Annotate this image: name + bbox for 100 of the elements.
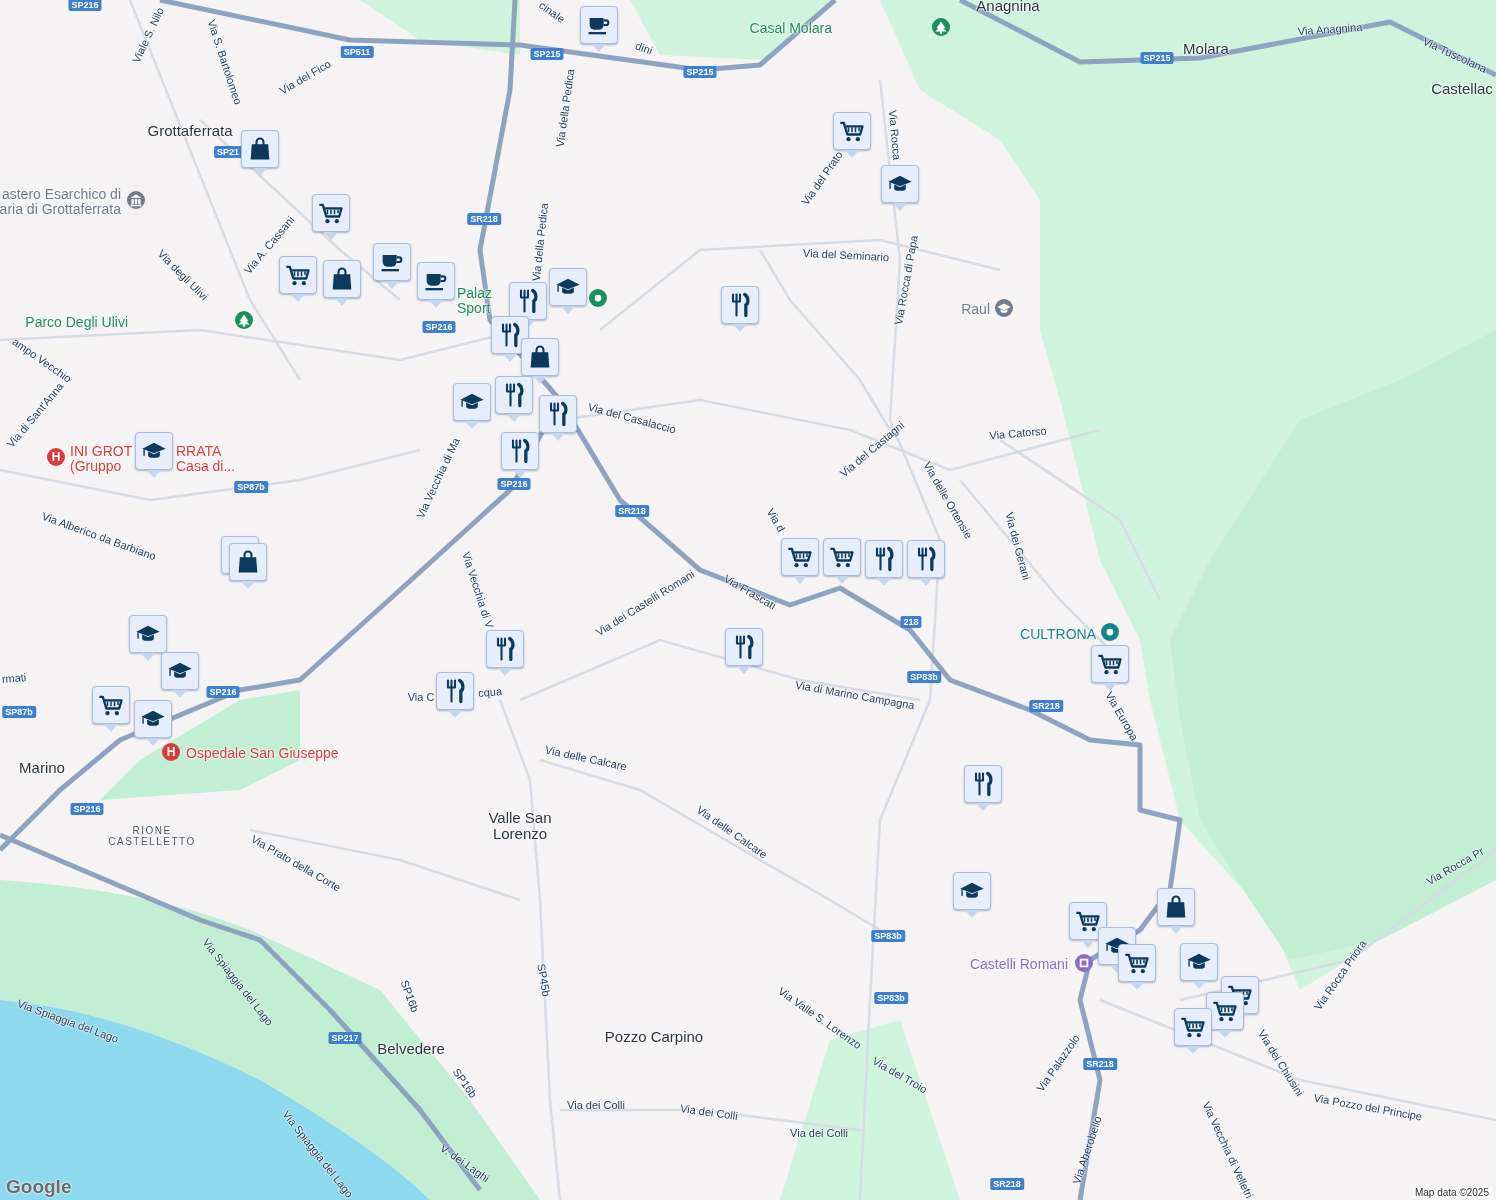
map-marker[interactable] [963, 765, 1003, 811]
street-label: Via del Fico [277, 57, 333, 97]
place-label[interactable]: Raul [961, 301, 990, 317]
street-label: SP45b [535, 962, 553, 998]
town-label: Molara [1183, 41, 1229, 57]
town-label: Pozzo Carpino [604, 1029, 704, 1045]
street-label: rmati [1, 670, 27, 686]
route-number: SR218 [990, 1178, 1024, 1190]
map-marker[interactable] [278, 256, 318, 302]
place-label[interactable]: Castelli Romani [969, 956, 1068, 972]
tree-icon[interactable] [235, 311, 253, 329]
route-number: SP215 [683, 66, 717, 78]
route-number: SP215 [1140, 52, 1174, 64]
route-number: SP216 [497, 478, 531, 490]
street-label: Via Anagnina [1297, 20, 1363, 38]
map-marker[interactable] [579, 6, 619, 52]
map-marker[interactable] [1117, 944, 1157, 990]
map-marker[interactable] [1173, 1008, 1213, 1054]
map-marker[interactable] [508, 282, 548, 328]
town-label: Anagnina [976, 0, 1040, 14]
route-number: SP217 [328, 1032, 362, 1044]
map-marker[interactable] [1156, 888, 1196, 934]
map-marker[interactable] [240, 130, 280, 176]
route-number: SP87b [234, 481, 268, 493]
map-marker[interactable] [494, 376, 534, 422]
district-label: RIONE CASTELLETTO [108, 825, 196, 847]
street-label: Via delle Calcare [544, 743, 628, 773]
museum-icon[interactable] [127, 191, 145, 209]
street-label: Via Rocca [886, 109, 904, 161]
town-label: Grottaferrata [147, 123, 233, 139]
route-number: SR218 [1029, 700, 1063, 712]
place-label[interactable]: astero Esarchico di aria di Grottaferrata [0, 187, 121, 217]
map-marker[interactable] [91, 686, 131, 732]
map-marker[interactable] [485, 630, 525, 676]
logo[interactable]: Google [6, 1176, 72, 1198]
route-number: SP216 [68, 0, 102, 11]
map-marker[interactable] [435, 672, 475, 718]
map-marker[interactable] [228, 543, 268, 589]
map-marker[interactable] [1179, 943, 1219, 989]
place-label[interactable]: Ospedale San Giuseppe [186, 745, 339, 761]
route-number: SR218 [615, 505, 649, 517]
street-label: dini [633, 39, 655, 57]
route-number: SP511 [340, 46, 374, 58]
place-label[interactable]: Casal Molara [749, 20, 832, 36]
hospital-icon[interactable]: H [47, 448, 65, 466]
place-label[interactable]: Parco Degli Ulivi [25, 314, 128, 330]
map-marker[interactable] [134, 432, 174, 478]
map-marker[interactable] [906, 540, 946, 586]
town-label: Belvedere [377, 1041, 445, 1057]
map-marker[interactable] [520, 338, 560, 384]
street-label: Via dei Colli [567, 1099, 625, 1111]
street-label: Via Pozzo del Principe [1312, 1091, 1424, 1123]
route-number: SR218 [1083, 1058, 1117, 1070]
map-marker[interactable] [720, 286, 760, 332]
map-marker[interactable] [160, 652, 200, 698]
street-label: Via del Seminario [802, 246, 890, 264]
map-marker[interactable] [1205, 992, 1245, 1038]
map-marker[interactable] [128, 615, 168, 661]
map-marker[interactable] [311, 194, 351, 240]
attribution: Map data ©2025 [1411, 1187, 1492, 1198]
street-label: Via d [764, 506, 788, 534]
tree-icon[interactable] [932, 18, 950, 36]
place-label[interactable]: RRATA Casa di... [176, 444, 236, 474]
map-marker[interactable] [500, 432, 540, 478]
pin-icon[interactable] [1101, 623, 1119, 641]
map-marker[interactable] [780, 538, 820, 584]
town-label: Castellac [1431, 81, 1493, 97]
route-number: SR218 [467, 213, 501, 225]
map-marker[interactable] [880, 165, 920, 211]
map-marker[interactable] [1068, 902, 1108, 948]
map-marker[interactable] [952, 872, 992, 918]
map-marker[interactable] [133, 700, 173, 746]
route-number: SP87b [2, 706, 36, 718]
street-label: Via C [407, 691, 435, 703]
map-marker[interactable] [490, 316, 530, 362]
map-marker[interactable] [1090, 645, 1130, 691]
map-marker[interactable] [864, 540, 904, 586]
map-marker[interactable] [538, 395, 578, 441]
street-label: cqua [477, 685, 503, 699]
street-label: Via del Troio [870, 1054, 930, 1096]
street-label: SP16b [398, 978, 422, 1014]
map-marker[interactable] [372, 243, 412, 289]
street-label: Via dei Gerani [1003, 510, 1033, 582]
map-marker[interactable] [416, 262, 456, 308]
map-marker[interactable] [822, 538, 862, 584]
map-marker[interactable] [724, 628, 764, 674]
street-label: Via della Pedica [529, 202, 551, 282]
place-label[interactable]: INI GROT (Gruppo [70, 444, 133, 474]
hospital-icon[interactable]: H [162, 743, 180, 761]
street-label: Via Rocca di Papa [892, 234, 920, 326]
route-number: SP21 [214, 146, 242, 158]
map-marker[interactable] [548, 268, 588, 314]
map-marker[interactable] [452, 383, 492, 429]
map-marker[interactable] [322, 260, 362, 306]
place-label[interactable]: CULTRONA [1020, 626, 1096, 642]
street-label: Viale S. Nilo [129, 5, 167, 65]
place-label[interactable]: Palaz Sport [457, 286, 493, 316]
graduation-cap-icon[interactable] [995, 299, 1013, 317]
pin-icon[interactable] [589, 289, 607, 307]
route-number: SP83b [874, 992, 908, 1004]
